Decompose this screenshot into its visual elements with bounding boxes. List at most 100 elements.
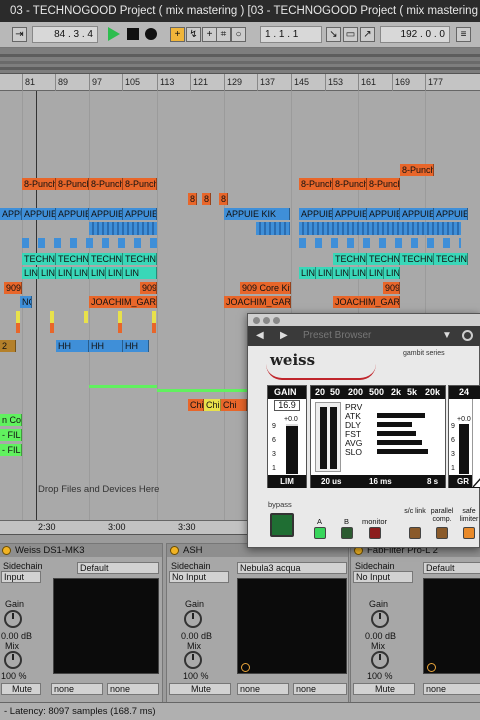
clip[interactable]: TECHNO (434, 253, 468, 265)
freq-label[interactable]: 500 (369, 386, 384, 399)
minimize-icon[interactable] (263, 317, 270, 324)
preset-browser-title[interactable]: Preset Browser (303, 326, 371, 346)
clip[interactable]: 8 (202, 193, 211, 205)
device-title[interactable]: Weiss DS1-MK3 (0, 544, 162, 557)
param-slider[interactable] (377, 413, 425, 418)
loop-length-display[interactable]: 192 . 0 . 0 (380, 26, 450, 43)
device-power-icon[interactable] (170, 546, 179, 555)
clip[interactable]: TECHNO (22, 253, 56, 265)
clip[interactable]: 909 (4, 282, 22, 294)
clip[interactable]: Chi (204, 399, 221, 411)
freq-label[interactable]: 200 (348, 386, 363, 399)
arrangement-overview[interactable] (0, 48, 480, 74)
clip[interactable]: LIN (123, 267, 157, 279)
plugin-preview[interactable] (423, 578, 480, 674)
param-slider[interactable] (377, 422, 412, 427)
clip[interactable]: 2 (0, 340, 16, 352)
preset-select[interactable]: Nebula3 acqua (237, 562, 347, 574)
clip[interactable]: APPUIE K (123, 208, 157, 220)
mute-button[interactable]: Mute (353, 683, 415, 695)
punch-out-icon[interactable]: ↗ (360, 27, 375, 42)
macro-select[interactable]: none (423, 683, 480, 695)
midi-clip-pattern[interactable] (89, 222, 157, 235)
settings-icon[interactable] (462, 330, 473, 341)
plugin-titlebar[interactable] (248, 314, 480, 326)
clip[interactable]: 8-Punch (367, 178, 400, 190)
clip[interactable]: LIN (316, 267, 333, 279)
sc-link-button[interactable] (409, 527, 421, 539)
clip[interactable]: 8 (219, 193, 228, 205)
preset-select[interactable]: Default (77, 562, 159, 574)
plugin-preview[interactable] (53, 578, 159, 674)
mix-knob[interactable] (4, 651, 22, 669)
clip[interactable]: LIN (106, 267, 123, 279)
macro-select[interactable]: none (237, 683, 289, 695)
clip-marker[interactable] (84, 311, 88, 323)
mute-button[interactable]: Mute (169, 683, 231, 695)
playhead[interactable] (36, 91, 37, 520)
monitor-button[interactable] (369, 527, 381, 539)
clip[interactable]: APPUIE K (367, 208, 400, 220)
clip[interactable]: 8 (188, 193, 197, 205)
clip[interactable]: 8-Punch (400, 164, 434, 176)
clip[interactable]: APPUIE K (89, 208, 123, 220)
param-slider[interactable] (377, 449, 428, 454)
clip-marker[interactable] (16, 323, 20, 333)
clip[interactable]: 8-Punch (299, 178, 333, 190)
mute-button[interactable]: Mute (1, 683, 41, 695)
automation-line[interactable] (89, 385, 157, 388)
record-icon[interactable] (145, 28, 157, 40)
clip[interactable]: APPUIE K (56, 208, 89, 220)
clip[interactable]: 8-Punch (22, 178, 56, 190)
clip[interactable]: APPUIE K (22, 208, 56, 220)
clip[interactable]: LIN (39, 267, 56, 279)
maximize-icon[interactable] (273, 317, 280, 324)
capture-icon[interactable]: ⌗ (216, 27, 231, 42)
clip[interactable]: LIN (89, 267, 106, 279)
sidechain-input-select[interactable]: No Input (353, 571, 413, 583)
param-slider[interactable] (377, 440, 422, 445)
automation-line[interactable] (157, 389, 247, 392)
clip[interactable]: TECHNO (123, 253, 157, 265)
gain-knob[interactable] (184, 610, 202, 628)
play-icon[interactable] (108, 27, 120, 41)
clip[interactable]: HH (56, 340, 89, 352)
clip[interactable]: LIN (299, 267, 316, 279)
gain-knob[interactable] (371, 610, 389, 628)
a-button[interactable] (314, 527, 326, 539)
bar-ruler[interactable]: 81 89 97 105 113 121 129 137 145 153 161… (0, 74, 480, 91)
freq-label[interactable]: 20k (425, 386, 440, 399)
clip-marker[interactable] (118, 311, 122, 323)
clip[interactable]: LIN (384, 267, 400, 279)
mix-knob[interactable] (371, 651, 389, 669)
prev-arrow-icon[interactable]: ◀ (256, 326, 264, 346)
follow-arrow-icon[interactable]: ⇥ (12, 27, 27, 42)
clip[interactable]: APPUIE K (299, 208, 333, 220)
sidechain-input-select[interactable]: Input (1, 571, 41, 583)
freq-label[interactable]: 50 (330, 386, 340, 399)
clip[interactable]: - FIL (0, 429, 22, 441)
freq-label[interactable]: 20 (315, 386, 325, 399)
clip[interactable]: LIN (72, 267, 89, 279)
overdub-icon[interactable]: + (170, 27, 185, 42)
clip[interactable]: TECHNO (400, 253, 434, 265)
hit-clips[interactable] (299, 238, 461, 248)
punch-in-icon[interactable]: ↘ (326, 27, 341, 42)
clip[interactable]: HH (123, 340, 149, 352)
gain-knob[interactable] (4, 610, 22, 628)
clip[interactable]: n Co (0, 414, 22, 426)
plugin-preview[interactable] (237, 578, 347, 674)
clip[interactable]: TECHNO (333, 253, 367, 265)
clip[interactable]: - FIL (0, 444, 22, 456)
midi-clip-pattern[interactable] (299, 222, 461, 235)
gain-value-display[interactable]: 16.9 (274, 400, 300, 411)
loop-switch-icon[interactable]: ▭ (343, 27, 358, 42)
clip-marker[interactable] (152, 323, 156, 333)
clip[interactable]: 8-Punch (56, 178, 89, 190)
re-enable-automation-icon[interactable]: + (202, 27, 217, 42)
macro-select[interactable]: none (51, 683, 103, 695)
clip[interactable]: TECHNO (56, 253, 89, 265)
position-display[interactable]: 84 . 3 . 4 (32, 26, 98, 43)
macro-select[interactable]: none (107, 683, 159, 695)
clip[interactable]: TECHNO (89, 253, 123, 265)
